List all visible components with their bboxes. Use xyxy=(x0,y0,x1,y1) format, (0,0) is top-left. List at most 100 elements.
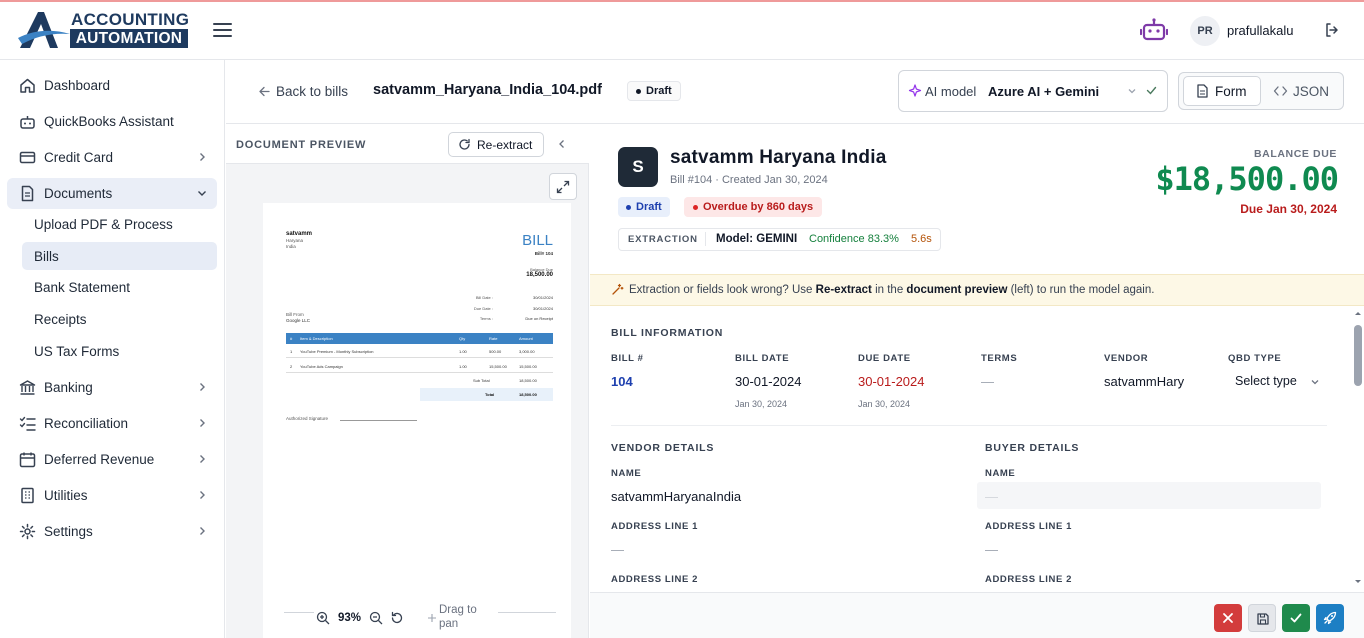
vendor-name-input[interactable]: satvammHaryanaIndia xyxy=(611,489,741,504)
qbd-type-select[interactable]: Select type xyxy=(1235,374,1297,388)
doc-col-header: Item & Description xyxy=(300,336,333,341)
zoom-divider xyxy=(498,612,556,613)
sidebar-item-deferred-revenue[interactable]: Deferred Revenue xyxy=(7,444,217,475)
robot-icon xyxy=(20,116,35,129)
doc-col-header: # xyxy=(290,336,293,341)
building-icon xyxy=(21,487,34,504)
terms-value[interactable]: — xyxy=(981,374,994,389)
sidebar-item-documents[interactable]: Documents xyxy=(7,178,217,209)
bill-subtitle: Bill #104 · Created Jan 30, 2024 xyxy=(670,174,828,186)
sidebar-item-label: Utilities xyxy=(44,488,88,503)
user-avatar[interactable]: PR xyxy=(1190,16,1220,46)
reject-button[interactable] xyxy=(1214,604,1242,632)
magic-wand-icon xyxy=(612,283,624,295)
sidebar-item-quickbooks-assistant[interactable]: QuickBooks Assistant xyxy=(7,106,217,137)
notice-text-part: in the xyxy=(871,284,907,296)
extraction-time: 5.6s xyxy=(911,233,932,245)
balance-due-amount: $18,500.00 xyxy=(1155,160,1339,198)
doc-row-divider xyxy=(286,357,553,358)
gear-icon xyxy=(19,523,36,540)
sidebar-item-label: Settings xyxy=(44,524,93,539)
approve-button[interactable] xyxy=(1282,604,1310,632)
bank-icon xyxy=(19,380,36,395)
doc-cell: 2 xyxy=(290,364,293,369)
pdf-page[interactable]: satvamm Haryana India BILL Bill# 104 Bal… xyxy=(263,203,571,638)
file-name: satvamm_Haryana_India_104.pdf xyxy=(373,82,602,98)
buyer-address1-input[interactable]: — xyxy=(985,542,998,557)
re-extract-label[interactable]: Re-extract xyxy=(477,138,532,152)
scroll-up-icon[interactable] xyxy=(1354,310,1362,316)
doc-meta-label: Terms : xyxy=(479,316,493,321)
sidebar-item-reconciliation[interactable]: Reconciliation xyxy=(7,408,217,439)
sparkle-icon xyxy=(908,84,922,97)
checklist-icon xyxy=(19,416,36,431)
due-date-label: DUE DATE xyxy=(858,353,911,364)
sidebar-subitem-bank-statement[interactable]: Bank Statement xyxy=(22,273,217,301)
sidebar-item-utilities[interactable]: Utilities xyxy=(7,480,217,511)
post-button[interactable] xyxy=(1316,604,1344,632)
reset-zoom-icon[interactable] xyxy=(390,611,404,625)
scrollbar-thumb[interactable] xyxy=(1354,325,1362,386)
sidebar-subitem-bills[interactable]: Bills xyxy=(22,242,217,270)
back-to-bills-link[interactable]: Back to bills xyxy=(276,84,348,99)
vendor-input[interactable]: satvammHary xyxy=(1104,374,1184,389)
scroll-down-icon[interactable] xyxy=(1354,579,1362,585)
robot-icon xyxy=(1140,18,1168,41)
doc-cell: 15,500.00 xyxy=(519,364,537,369)
doc-bill-from-label: Bill From xyxy=(286,312,304,317)
fullscreen-button[interactable] xyxy=(549,173,577,200)
sidebar-item-label: Documents xyxy=(44,186,113,201)
sidebar-subitem-label: US Tax Forms xyxy=(34,344,120,359)
doc-col-header: Amount xyxy=(519,336,533,341)
app-logo[interactable]: ACCOUNTING AUTOMATION xyxy=(18,8,190,50)
buyer-address2-label: ADDRESS LINE 2 xyxy=(985,574,1073,585)
chevron-right-icon xyxy=(200,491,205,499)
doc-cell: 1.00 xyxy=(459,349,467,354)
sidebar-subitem-receipts[interactable]: Receipts xyxy=(22,305,217,333)
doc-vendor-name: satvamm xyxy=(286,231,313,237)
tab-json[interactable]: JSON xyxy=(1293,84,1329,99)
status-badge: Draft xyxy=(618,197,670,217)
save-icon xyxy=(1257,613,1269,625)
chevron-left-icon[interactable] xyxy=(557,139,567,149)
credit-card-icon xyxy=(19,151,36,164)
chevron-down-icon[interactable] xyxy=(1310,377,1320,387)
doc-cell: 1.00 xyxy=(459,364,467,369)
menu-toggle-button[interactable] xyxy=(213,22,232,38)
bill-date-input[interactable]: 30-01-2024 xyxy=(735,374,802,389)
ai-model-value[interactable]: Azure AI + Gemini xyxy=(988,84,1099,99)
assistant-button[interactable] xyxy=(1140,16,1168,44)
bill-number-value[interactable]: 104 xyxy=(611,374,633,389)
notice-text-part: Extraction or fields look wrong? Use xyxy=(629,284,816,296)
sidebar-subitem-us-tax-forms[interactable]: US Tax Forms xyxy=(22,337,217,365)
sidebar-item-credit-card[interactable]: Credit Card xyxy=(7,142,217,173)
sidebar-item-label: Dashboard xyxy=(44,78,111,93)
vendor-address1-input[interactable]: — xyxy=(611,542,624,557)
doc-cell: 3,000.00 xyxy=(519,349,535,354)
extraction-model: Model: GEMINI xyxy=(716,233,798,245)
save-button[interactable] xyxy=(1248,604,1276,632)
zoom-in-icon[interactable] xyxy=(316,611,330,625)
tab-form-label[interactable]: Form xyxy=(1215,84,1247,99)
doc-row-divider xyxy=(286,372,553,373)
user-name[interactable]: prafullakalu xyxy=(1227,23,1294,38)
hamburger-icon xyxy=(213,23,232,37)
due-date-input[interactable]: 30-01-2024 xyxy=(858,374,925,389)
logout-button[interactable] xyxy=(1324,22,1340,38)
expand-icon xyxy=(556,180,570,194)
sidebar-subitem-upload-pdf[interactable]: Upload PDF & Process xyxy=(22,210,217,238)
doc-total-label: Total xyxy=(485,392,495,397)
doc-col-header: Rate xyxy=(489,336,498,341)
chevron-down-icon[interactable] xyxy=(1127,86,1137,96)
sidebar-item-settings[interactable]: Settings xyxy=(7,516,217,547)
sidebar-subitem-label: Upload PDF & Process xyxy=(34,217,173,232)
bill-information-title: BILL INFORMATION xyxy=(611,327,724,339)
sidebar-item-banking[interactable]: Banking xyxy=(7,372,217,403)
sidebar-item-dashboard[interactable]: Dashboard xyxy=(7,70,217,101)
logout-icon xyxy=(1326,23,1338,37)
doc-vendor-line: Haryana xyxy=(286,238,304,243)
buyer-name-input[interactable] xyxy=(977,482,1321,509)
balance-due-label: BALANCE DUE xyxy=(1253,148,1337,160)
sidebar-item-label: Deferred Revenue xyxy=(44,452,155,467)
zoom-out-icon[interactable] xyxy=(369,611,383,625)
